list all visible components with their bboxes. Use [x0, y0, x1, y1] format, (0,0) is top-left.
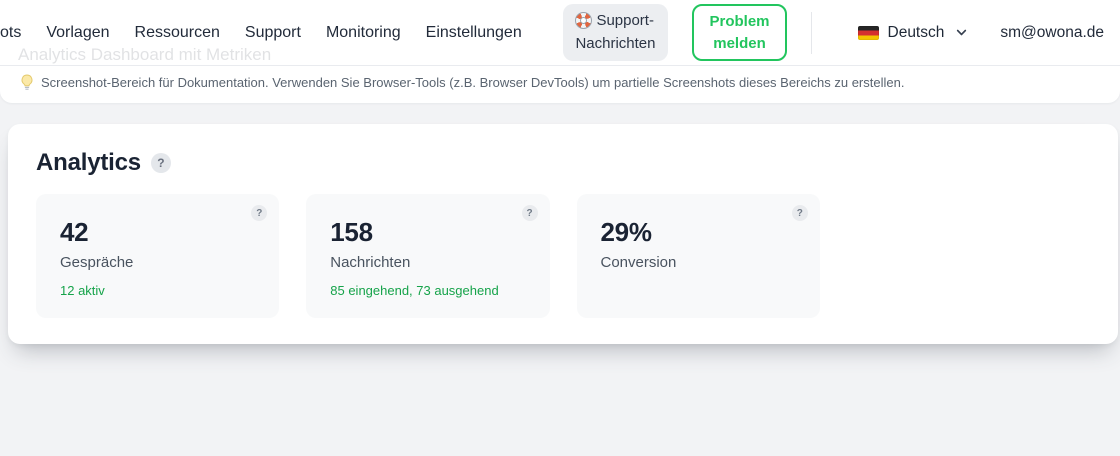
screenshot-info-banner: Screenshot-Bereich für Dokumentation. Ve… [0, 66, 1120, 103]
stat-card-nachrichten: ? 158 Nachrichten 85 eingehend, 73 ausge… [306, 194, 550, 318]
nav-item-monitoring[interactable]: Monitoring [326, 24, 401, 42]
language-selector[interactable]: Deutsch [857, 23, 969, 42]
nav-item-support[interactable]: Support [245, 24, 301, 42]
question-mark-icon[interactable]: ? [251, 205, 268, 221]
report-problem-button[interactable]: Problem melden [692, 3, 787, 62]
nav-item-vorlagen[interactable]: Vorlagen [46, 24, 109, 42]
chevron-down-icon [957, 29, 967, 36]
support-button-line1: Support- [596, 11, 654, 29]
support-messages-button[interactable]: Support- Nachrichten [563, 3, 669, 62]
stat-card-conversion: ? 29% Conversion [576, 194, 820, 318]
analytics-title: Analytics [36, 149, 141, 176]
analytics-panel: Analytics ? ? 42 Gespräche 12 aktiv ? 15… [8, 124, 1118, 344]
stat-value: 158 [330, 217, 373, 247]
german-flag-icon [857, 25, 879, 40]
stat-label: Gespräche [60, 253, 134, 271]
main-nav: ots Vorlagen Ressourcen Support Monitori… [0, 24, 522, 42]
language-label: Deutsch [887, 23, 945, 41]
stat-sub-text: 12 aktiv [60, 282, 105, 298]
analytics-help-icon[interactable]: ? [150, 153, 171, 173]
lifebuoy-icon [575, 11, 593, 29]
nav-item-chatbots[interactable]: ots [0, 24, 21, 42]
problem-button-line1: Problem [709, 12, 770, 30]
stat-label: Conversion [600, 253, 677, 271]
nav-item-einstellungen[interactable]: Einstellungen [426, 24, 522, 42]
support-button-line2: Nachrichten [575, 35, 656, 52]
user-email: sm@owona.de [1000, 23, 1104, 41]
faded-page-subtitle: Analytics Dashboard mit Metriken [18, 45, 272, 64]
nav-item-ressourcen[interactable]: Ressourcen [135, 24, 220, 42]
header-divider [810, 11, 812, 54]
stat-card-gespraeche: ? 42 Gespräche 12 aktiv [36, 194, 280, 318]
stat-sub-text: 85 eingehend, 73 ausgehend [330, 282, 499, 298]
question-mark-icon[interactable]: ? [791, 205, 808, 221]
header-right-group: Support- Nachrichten Problem melden Deut… [563, 3, 1104, 62]
question-mark-icon[interactable]: ? [521, 205, 538, 221]
stat-value: 42 [60, 217, 89, 247]
banner-text: Screenshot-Bereich für Dokumentation. Ve… [41, 75, 905, 90]
problem-button-line2: melden [713, 34, 766, 52]
stats-grid: ? 42 Gespräche 12 aktiv ? 158 Nachrichte… [36, 194, 1090, 318]
stat-value: 29% [600, 217, 652, 247]
lightbulb-icon [21, 74, 33, 90]
stat-label: Nachrichten [330, 253, 411, 271]
top-navigation-bar: ots Vorlagen Ressourcen Support Monitori… [0, 0, 1120, 66]
